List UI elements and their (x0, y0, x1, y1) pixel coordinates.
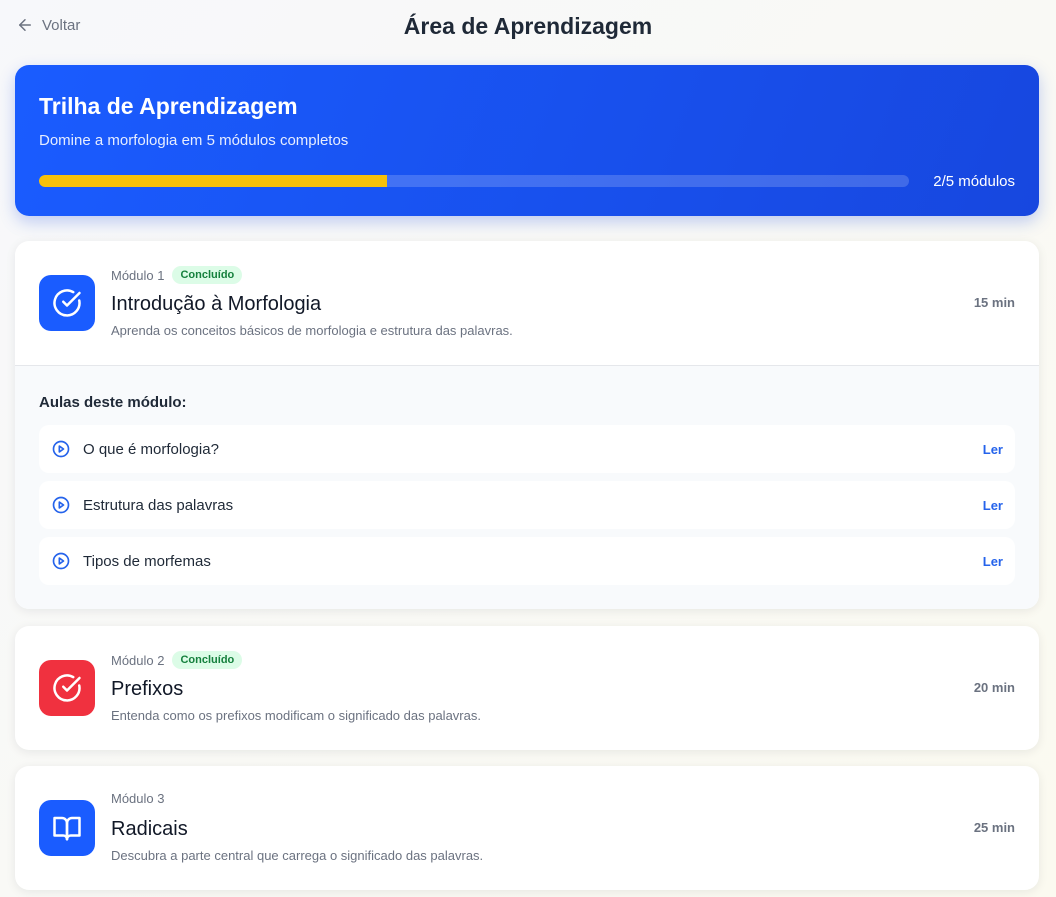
read-link[interactable]: Ler (983, 442, 1003, 457)
lesson-item[interactable]: O que é morfologia? Ler (39, 425, 1015, 473)
module-title: Radicais (111, 818, 188, 840)
module-header[interactable]: Módulo 3 Radicais Descubra a parte centr… (15, 766, 1039, 890)
module-meta: Módulo 3 (111, 791, 164, 806)
module-description: Descubra a parte central que carrega o s… (111, 848, 484, 863)
module-number: Módulo 2 (111, 652, 165, 668)
module-header[interactable]: Módulo 2 Concluído Prefixos Entenda como… (15, 626, 1039, 750)
status-badge: Concluído (172, 651, 243, 669)
module-description: Aprenda os conceitos básicos de morfolog… (111, 323, 513, 338)
banner-subtitle: Domine a morfologia em 5 módulos complet… (39, 132, 349, 149)
module-title: Introdução à Morfologia (111, 293, 322, 315)
lesson-label: O que é morfologia? (83, 440, 219, 458)
module-number: Módulo 1 (111, 267, 165, 283)
progress-label: 2/5 módulos (933, 172, 1015, 190)
banner-title: Trilha de Aprendizagem (39, 93, 298, 119)
module-icon-box (39, 800, 95, 856)
module-duration: 20 min (973, 680, 1015, 695)
module-meta: Módulo 1 Concluído (111, 266, 243, 284)
read-link[interactable]: Ler (983, 498, 1003, 513)
module-title: Prefixos (111, 678, 184, 700)
check-circle-icon (53, 289, 81, 317)
top-bar: Voltar Área de Aprendizagem (0, 0, 1056, 52)
module-icon-box (39, 660, 95, 716)
lessons-panel: Aulas deste módulo: O que é morfologia? … (15, 365, 1039, 609)
module-description: Entenda como os prefixos modificam o sig… (111, 708, 481, 723)
play-circle-icon (52, 496, 70, 514)
read-link[interactable]: Ler (983, 554, 1003, 569)
lesson-item[interactable]: Tipos de morfemas Ler (39, 537, 1015, 585)
check-circle-icon (53, 674, 81, 702)
module-card-3[interactable]: Módulo 3 Radicais Descubra a parte centr… (15, 766, 1039, 890)
play-circle-icon (52, 440, 70, 458)
lesson-item[interactable]: Estrutura das palavras Ler (39, 481, 1015, 529)
progress-fill (39, 175, 387, 187)
lessons-title: Aulas deste módulo: (39, 394, 187, 411)
module-duration: 15 min (973, 295, 1015, 310)
play-circle-icon (52, 552, 70, 570)
module-number: Módulo 3 (111, 791, 165, 806)
lesson-label: Tipos de morfemas (83, 552, 211, 570)
module-meta: Módulo 2 Concluído (111, 651, 243, 669)
learning-path-banner: Trilha de Aprendizagem Domine a morfolog… (15, 65, 1039, 216)
progress-bar (39, 175, 909, 187)
module-header[interactable]: Módulo 1 Concluído Introdução à Morfolog… (15, 241, 1039, 365)
module-card-2[interactable]: Módulo 2 Concluído Prefixos Entenda como… (15, 626, 1039, 750)
lesson-label: Estrutura das palavras (83, 496, 234, 514)
module-card-1[interactable]: Módulo 1 Concluído Introdução à Morfolog… (15, 241, 1039, 609)
status-badge: Concluído (172, 266, 243, 284)
progress-row: 2/5 módulos (39, 172, 1015, 190)
module-duration: 25 min (973, 820, 1015, 835)
module-icon-box (39, 275, 95, 331)
book-open-icon (53, 816, 81, 841)
page-title: Área de Aprendizagem (403, 13, 653, 39)
